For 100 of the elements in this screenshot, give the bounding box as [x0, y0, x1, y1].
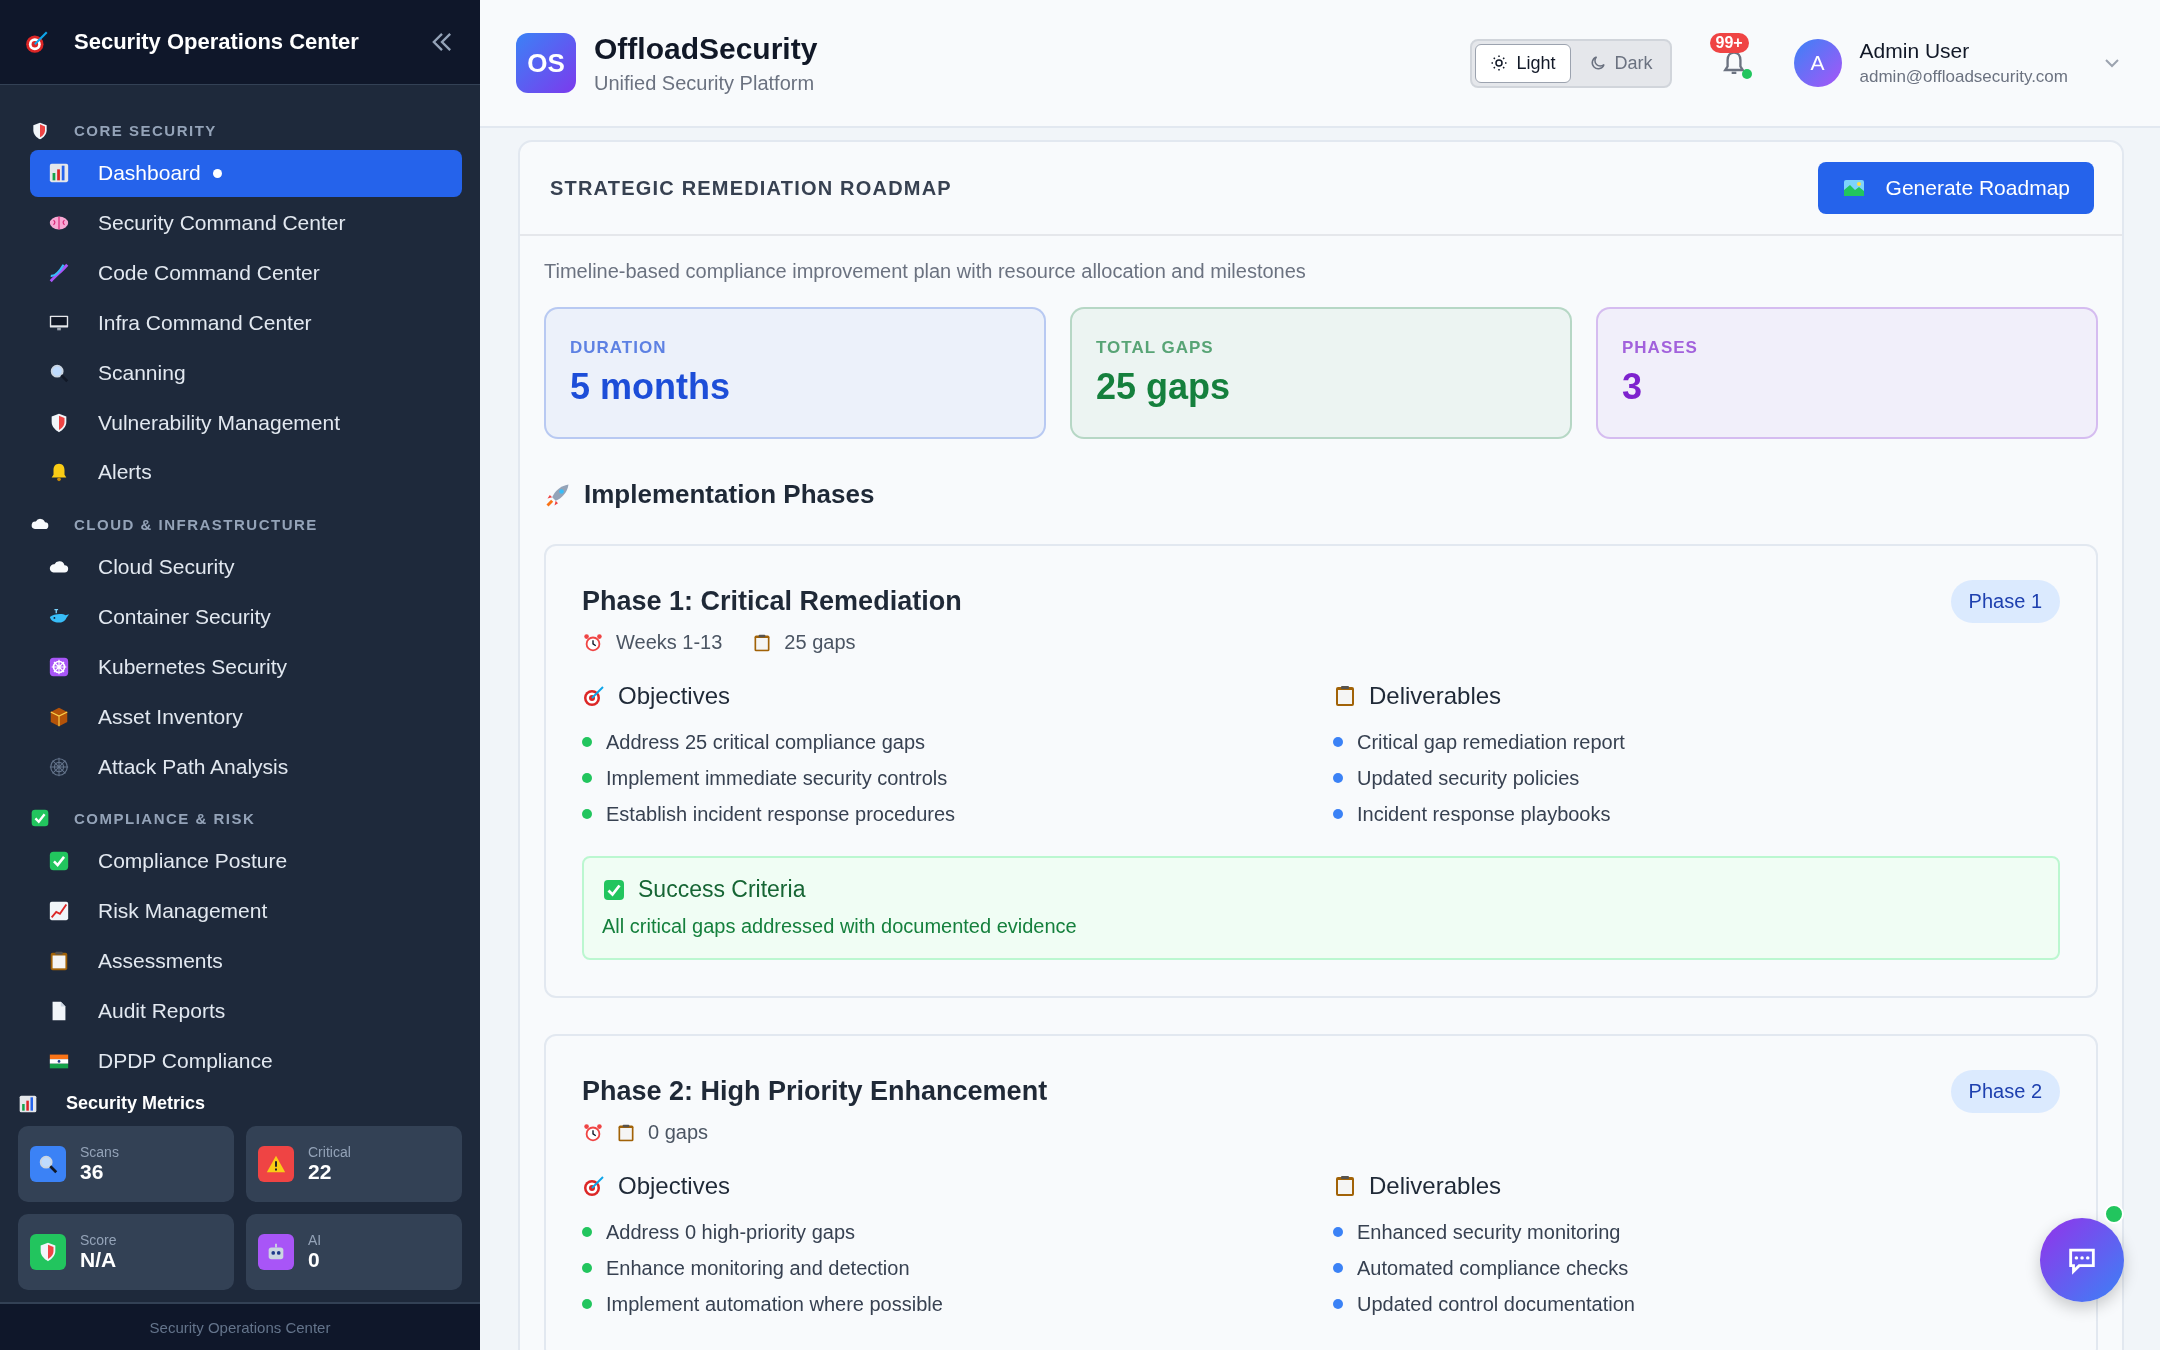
phase-badge: Phase 2: [1950, 1070, 2060, 1113]
bullet-dot: [582, 737, 592, 747]
wheel-icon: [48, 655, 70, 678]
section-heading: Implementation Phases: [584, 479, 875, 510]
metric-value: 22: [308, 1160, 333, 1184]
nav-item[interactable]: Code Command Center: [30, 249, 462, 297]
brand-name: OffloadSecurity: [594, 31, 818, 66]
objective-item: Enhance monitoring and detection: [606, 1256, 910, 1280]
success-text: All critical gaps addressed with documented evidence: [602, 915, 1078, 938]
deliverable-item: Automated compliance checks: [1357, 1256, 1629, 1280]
nav-item[interactable]: Container Security: [30, 593, 462, 641]
theme-option[interactable]: Dark: [1574, 43, 1667, 83]
metric-label: Score: [80, 1232, 117, 1248]
generate-roadmap-button[interactable]: Generate Roadmap: [1817, 162, 2094, 214]
logo: OS: [516, 33, 576, 93]
objective-item: Address 0 high-priority gaps: [606, 1220, 855, 1244]
bullet-dot: [1333, 773, 1343, 783]
bullet-dot: [582, 1299, 592, 1309]
bullet-dot: [582, 1227, 592, 1237]
deliverable-item: Updated control documentation: [1357, 1292, 1635, 1316]
section-label: CORE SECURITY: [74, 122, 217, 139]
alarm-clock-icon: [582, 1121, 604, 1144]
clipboard-icon: [752, 632, 773, 653]
dna-icon: [48, 262, 70, 285]
objective-item: Establish incident response procedures: [606, 802, 956, 826]
objective-item: Address 25 critical compliance gaps: [606, 730, 926, 754]
deliverable-item: Enhanced security monitoring: [1357, 1220, 1621, 1244]
stat-label: PHASES: [1622, 338, 1699, 358]
status-dot: [1741, 69, 1752, 79]
bullet-dot: [582, 809, 592, 819]
phase-gaps: 0 gaps: [648, 1121, 709, 1144]
bar-chart-icon: [18, 1093, 38, 1114]
stat-label: TOTAL GAPS: [1096, 338, 1215, 358]
search-icon: [37, 1153, 59, 1175]
section-label: CLOUD & INFRASTRUCTURE: [74, 515, 318, 533]
phase-title: Phase 2: High Priority Enhancement: [582, 1076, 1048, 1107]
active-dot: [212, 168, 222, 178]
footer-text: Security Operations Center: [149, 1318, 331, 1336]
bar-chart-icon: [48, 162, 70, 185]
metric-label: Scans: [80, 1144, 119, 1160]
check-icon: [602, 877, 626, 902]
clipboard-icon: [616, 1122, 636, 1143]
nav-item[interactable]: Infra Command Center: [30, 299, 462, 347]
user-email: admin@offloadsecurity.com: [1859, 67, 2068, 87]
nav-item[interactable]: Dashboard: [30, 150, 462, 197]
stat-label: DURATION: [570, 338, 668, 358]
tagline: Unified Security Platform: [594, 71, 816, 95]
nav-item[interactable]: Risk Management: [30, 887, 462, 935]
alarm-clock-icon: [582, 631, 604, 654]
card-title: STRATEGIC REMEDIATION ROADMAP: [550, 176, 952, 200]
stat-value: 25 gaps: [1096, 366, 1232, 408]
check-icon: [48, 850, 70, 873]
phase-gaps: 25 gaps: [784, 631, 856, 654]
description: Timeline-based compliance improvement plan with resource allocation and milestones: [544, 260, 1307, 283]
bullet-dot: [1333, 1227, 1343, 1237]
package-icon: [48, 705, 70, 728]
column-heading: Objectives: [618, 1172, 731, 1200]
nav-item[interactable]: Security Command Center: [30, 199, 462, 247]
target-icon: [582, 1174, 606, 1198]
metric-value: 36: [80, 1160, 105, 1184]
stat-value: 5 months: [570, 366, 731, 408]
nav-item[interactable]: Alerts: [30, 449, 462, 496]
clipboard-icon: [48, 950, 70, 973]
avatar[interactable]: A: [1793, 39, 1842, 87]
nav-item[interactable]: Kubernetes Security: [30, 643, 462, 691]
metric-label: Critical: [308, 1144, 351, 1160]
nav-item[interactable]: Cloud Security: [30, 543, 462, 591]
notification-badge: 99+: [1709, 33, 1749, 53]
nav-item[interactable]: Scanning: [30, 349, 462, 397]
sidebar-title: Security Operations Center: [74, 29, 360, 55]
nav-item[interactable]: Compliance Posture: [30, 838, 462, 885]
nav-item[interactable]: Assessments: [30, 937, 462, 985]
nav-item[interactable]: DPDP Compliance: [30, 1037, 462, 1085]
column-heading: Deliverables: [1369, 1172, 1502, 1200]
sun-icon: [1490, 54, 1509, 72]
target-icon: [24, 29, 50, 55]
nav-item[interactable]: Attack Path Analysis: [30, 743, 462, 790]
deliverable-item: Incident response playbooks: [1357, 802, 1611, 826]
deliverable-item: Critical gap remediation report: [1357, 730, 1625, 754]
bullet-dot: [582, 773, 592, 783]
nav-item[interactable]: Asset Inventory: [30, 693, 462, 741]
user-name: Admin User: [1859, 39, 1971, 63]
bullet-dot: [1333, 1263, 1343, 1273]
clipboard-icon: [1333, 1174, 1357, 1198]
phase-weeks: Weeks 1-13: [616, 631, 723, 654]
nav-item[interactable]: Vulnerability Management: [30, 399, 462, 446]
section-label: COMPLIANCE & RISK: [74, 809, 256, 827]
nav-item[interactable]: Audit Reports: [30, 987, 462, 1035]
target-icon: [582, 684, 606, 708]
column-heading: Deliverables: [1369, 682, 1502, 710]
objective-item: Implement automation where possible: [606, 1292, 943, 1316]
metric-value: 0: [308, 1248, 321, 1272]
theme-option[interactable]: Light: [1475, 43, 1571, 83]
check-icon: [30, 808, 50, 829]
bullet-dot: [1333, 737, 1343, 747]
phase-title: Phase 1: Critical Remediation: [582, 586, 962, 617]
shield-icon: [30, 120, 50, 141]
metric-label: AI: [308, 1232, 322, 1248]
stat-value: 3: [1622, 366, 1644, 408]
phase-badge: Phase 1: [1950, 580, 2060, 623]
